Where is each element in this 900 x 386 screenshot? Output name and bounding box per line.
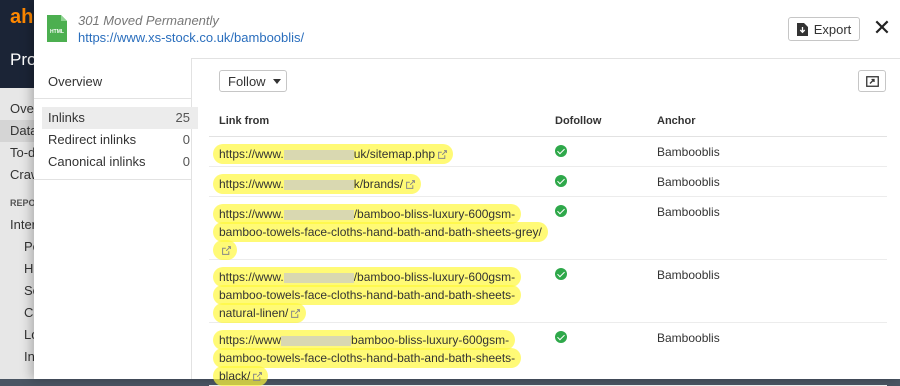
external-link-icon[interactable]	[222, 246, 231, 255]
anchor-cell: Bambooblis	[647, 259, 887, 323]
nav-item-inlinks[interactable]: Inlinks 25	[42, 107, 198, 129]
http-status: 301 Moved Permanently	[78, 13, 219, 28]
table-row: https://www. k/brands/ Bambooblis	[209, 166, 887, 197]
nav-item-label: Canonical inlinks	[48, 154, 146, 169]
anchor-cell: Bambooblis	[647, 166, 887, 197]
follow-filter-dropdown[interactable]: Follow	[219, 70, 287, 92]
nav-item-count: 0	[182, 154, 190, 169]
check-circle-icon	[555, 175, 567, 187]
project-label: Pro	[10, 50, 37, 69]
dofollow-cell	[545, 136, 647, 167]
link-from-cell: https://www. k/brands/	[209, 166, 545, 197]
anchor-cell: Bambooblis	[647, 136, 887, 167]
svg-text:HTML: HTML	[50, 29, 64, 35]
divider	[34, 179, 191, 180]
redacted-domain	[283, 272, 354, 283]
external-link-icon[interactable]	[253, 372, 263, 381]
dofollow-cell	[545, 166, 647, 197]
nav-item-count: 25	[175, 110, 190, 125]
link-from-cell: https://www./bamboo-bliss-luxury-600gsm-…	[209, 259, 545, 323]
redacted-domain	[283, 149, 354, 160]
url-suffix: k/brands/	[353, 177, 404, 191]
export-button[interactable]: Export	[788, 17, 860, 41]
url-details-modal: HTML 301 Moved Permanently https://www.x…	[34, 0, 900, 386]
redacted-domain	[283, 179, 354, 190]
check-circle-icon	[555, 145, 567, 157]
dofollow-cell	[545, 196, 647, 260]
check-circle-icon	[555, 331, 567, 343]
url-suffix: uk/sitemap.php	[353, 147, 436, 161]
nav-overview[interactable]: Overview	[48, 74, 102, 89]
download-file-icon	[796, 22, 808, 36]
link-from-cell: https://www. uk/sitemap.php	[209, 136, 545, 167]
divider	[34, 98, 191, 99]
check-circle-icon	[555, 205, 567, 217]
nav-item-label: Redirect inlinks	[48, 132, 137, 147]
external-link-icon[interactable]	[291, 309, 301, 318]
expand-icon	[865, 75, 879, 87]
highlighted-link[interactable]: https://www./bamboo-bliss-luxury-600gsm-…	[213, 204, 548, 260]
html-file-icon: HTML	[47, 15, 67, 42]
external-link-icon[interactable]	[406, 180, 415, 189]
highlighted-link[interactable]: https://www. k/brands/	[213, 174, 422, 194]
page-url-link[interactable]: https://www.xs-stock.co.uk/bambooblis/	[78, 30, 304, 45]
table-body: https://www. uk/sitemap.php Bambooblis ht…	[209, 136, 887, 386]
highlighted-link[interactable]: https://www. uk/sitemap.php	[213, 144, 454, 164]
link-from-cell: https://www./bamboo-bliss-luxury-600gsm-…	[209, 196, 548, 260]
column-header-link-from[interactable]: Link from	[209, 106, 545, 137]
nav-item-count: 0	[182, 132, 190, 147]
app-logo: ah	[10, 6, 34, 28]
column-header-anchor[interactable]: Anchor	[647, 106, 887, 137]
caret-down-icon	[272, 79, 281, 84]
dofollow-cell	[545, 322, 647, 386]
export-label: Export	[813, 21, 852, 37]
dofollow-cell	[545, 259, 647, 323]
inlinks-table: Link from Dofollow Anchor https://www. uk…	[209, 106, 887, 386]
url-prefix: https://www.	[219, 147, 284, 161]
modal-header: HTML 301 Moved Permanently https://www.x…	[34, 0, 900, 59]
nav-item-label: Inlinks	[48, 110, 85, 125]
table-row: https://www./bamboo-bliss-luxury-600gsm-…	[209, 196, 887, 260]
url-prefix: https://www.	[219, 177, 284, 191]
close-icon[interactable]: ✕	[872, 17, 892, 39]
nav-item-canonical-inlinks[interactable]: Canonical inlinks 0	[42, 151, 198, 173]
highlighted-link[interactable]: https://www bamboo-bliss-luxury-600gsm-ba…	[213, 330, 522, 386]
follow-filter-label: Follow	[228, 73, 266, 89]
column-header-dofollow[interactable]: Dofollow	[545, 106, 647, 137]
side-nav: Overview Inlinks 25 Redirect inlinks 0 C…	[34, 58, 198, 379]
table-row: https://www bamboo-bliss-luxury-600gsm-ba…	[209, 322, 887, 386]
main-panel: Follow Link from Dofollow Anchor https:/…	[192, 58, 900, 386]
table-header-row: Link from Dofollow Anchor	[209, 106, 887, 137]
table-row: https://www. uk/sitemap.php Bambooblis	[209, 136, 887, 167]
nav-item-redirect-inlinks[interactable]: Redirect inlinks 0	[42, 129, 198, 151]
anchor-cell: Bambooblis	[647, 322, 887, 386]
url-prefix: https://www.	[219, 270, 284, 284]
external-link-icon[interactable]	[438, 150, 447, 159]
highlighted-link[interactable]: https://www./bamboo-bliss-luxury-600gsm-…	[213, 267, 522, 323]
redacted-domain	[281, 335, 352, 346]
table-row: https://www./bamboo-bliss-luxury-600gsm-…	[209, 259, 887, 323]
anchor-cell: Bambooblis	[647, 196, 887, 260]
link-from-cell: https://www bamboo-bliss-luxury-600gsm-ba…	[209, 322, 545, 386]
url-prefix: https://www.	[219, 207, 284, 221]
check-circle-icon	[555, 268, 567, 280]
url-prefix: https://www	[219, 333, 282, 347]
expand-view-button[interactable]	[858, 70, 886, 92]
redacted-domain	[283, 209, 354, 220]
